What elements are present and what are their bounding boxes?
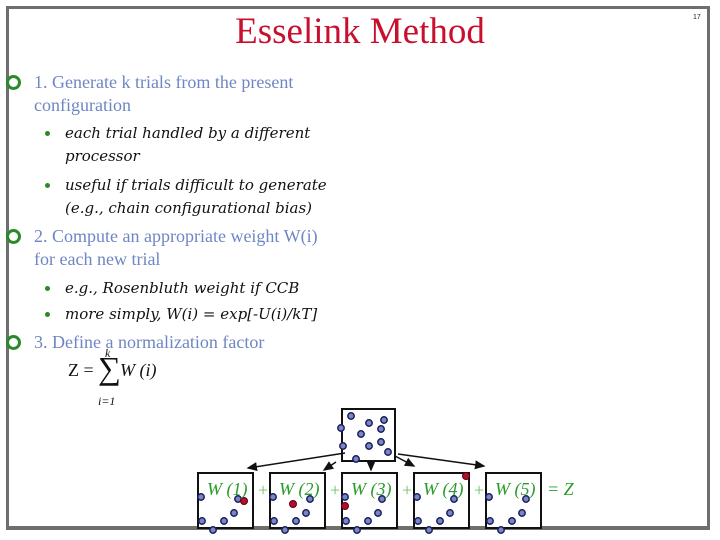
particle [364, 517, 372, 525]
weight-label: W (2) [279, 479, 320, 499]
particle [377, 438, 385, 446]
particle [270, 517, 278, 525]
weight-label: W (5) [495, 479, 536, 499]
particle [414, 517, 422, 525]
particle [209, 526, 217, 534]
arrow [322, 461, 337, 471]
new-particle [341, 502, 349, 510]
particle [380, 416, 388, 424]
weight-label: W (3) [351, 479, 392, 499]
particle [497, 526, 505, 534]
particle [281, 526, 289, 534]
particle [197, 493, 205, 501]
new-particle [462, 472, 470, 480]
particle [365, 442, 373, 450]
particle [436, 517, 444, 525]
particle [352, 455, 360, 463]
weight-label: W (1) [207, 479, 248, 499]
particle [384, 448, 392, 456]
particle [342, 517, 350, 525]
particle [341, 493, 349, 501]
plus-sign: + [474, 480, 485, 500]
particle [347, 412, 355, 420]
new-particle [289, 500, 297, 508]
particle [377, 425, 385, 433]
arrow [394, 455, 416, 467]
particle [269, 493, 277, 501]
particle [302, 509, 310, 517]
particle [365, 419, 373, 427]
particle [337, 424, 345, 432]
plus-sign: + [258, 480, 269, 500]
particle [353, 526, 361, 534]
particle [518, 509, 526, 517]
particle [292, 517, 300, 525]
particle [485, 493, 493, 501]
particle [357, 430, 365, 438]
particle [339, 442, 347, 450]
particle [413, 493, 421, 501]
particle [230, 509, 238, 517]
particle [508, 517, 516, 525]
particle [446, 509, 454, 517]
plus-sign: + [402, 480, 413, 500]
particle [425, 526, 433, 534]
particle [486, 517, 494, 525]
particle [198, 517, 206, 525]
particle [220, 517, 228, 525]
result-label: = Z [547, 479, 574, 499]
particle [374, 509, 382, 517]
trial-diagram [197, 408, 542, 534]
weight-label: W (4) [423, 479, 464, 499]
plus-sign: + [330, 480, 341, 500]
